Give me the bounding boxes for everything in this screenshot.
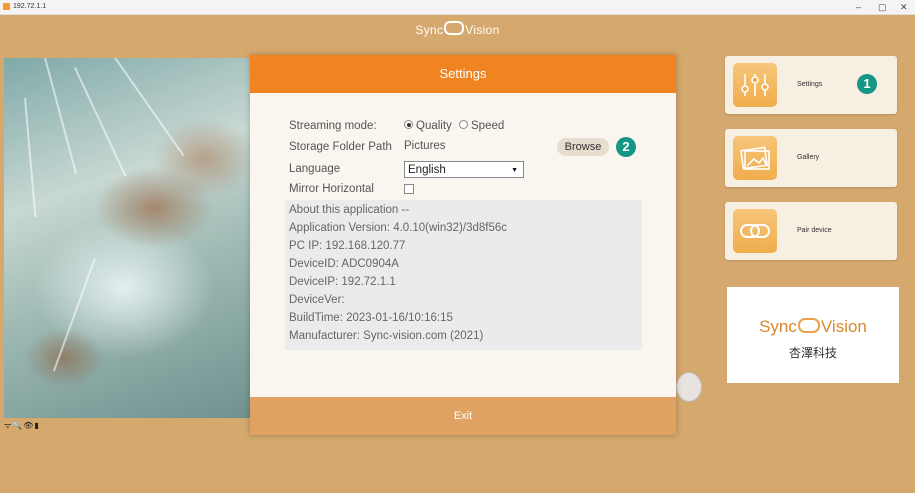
about-device-ip: DeviceIP: 192.72.1.1 <box>289 276 396 288</box>
dialog-title: Settings <box>250 55 676 93</box>
camera-feed <box>4 58 252 418</box>
storage-folder-label: Storage Folder Path <box>289 141 392 153</box>
language-select[interactable]: English ▼ <box>404 161 524 178</box>
streaming-quality-option[interactable]: Quality <box>404 120 452 132</box>
brand-chinese-name: 杏澤科技 <box>788 346 837 360</box>
radio-quality[interactable] <box>404 120 413 129</box>
brand-logo-left: Sync <box>759 317 797 336</box>
settings-dialog: Settings Streaming mode: Quality Speed S… <box>250 55 676 435</box>
storage-folder-value: Pictures <box>404 140 446 152</box>
settings-card-label: Settings <box>797 81 823 88</box>
window-title: 192.72.1.1 <box>13 3 47 10</box>
about-version: Application Version: 4.0.10(win32)/3d8f5… <box>289 222 508 234</box>
window-titlebar: 192.72.1.1 – ▢ ✕ <box>0 0 915 15</box>
exit-button[interactable]: Exit <box>250 397 676 435</box>
gallery-card[interactable]: Gallery <box>725 129 897 187</box>
status-icons: ᯤ🔍👁▮ <box>4 421 40 430</box>
pair-device-card-label: Pair device <box>797 227 832 234</box>
maximize-button[interactable]: ▢ <box>878 1 887 13</box>
brand-card: Sync Vision 杏澤科技 <box>727 287 899 383</box>
record-button[interactable] <box>676 372 702 402</box>
close-button[interactable]: ✕ <box>900 1 908 13</box>
about-build-time: BuildTime: 2023-01-16/10:16:15 <box>289 312 453 324</box>
brand-logo-right: Vision <box>820 317 867 336</box>
chevron-down-icon: ▼ <box>511 167 518 174</box>
mirror-horizontal-checkbox[interactable] <box>404 184 414 194</box>
link-icon <box>733 209 777 253</box>
sync-swirl-icon <box>444 21 465 35</box>
minimize-button[interactable]: – <box>856 1 861 13</box>
pair-device-card[interactable]: Pair device <box>725 202 897 260</box>
app-logo: Sync Vision <box>0 21 915 37</box>
language-label: Language <box>289 163 341 175</box>
gallery-card-label: Gallery <box>797 154 820 161</box>
brand-logo: Sync Vision <box>727 317 899 337</box>
streaming-speed-option[interactable]: Speed <box>459 120 504 132</box>
about-device-id: DeviceID: ADC0904A <box>289 258 399 270</box>
about-pc-ip: PC IP: 192.168.120.77 <box>289 240 406 252</box>
app-logo-left: Sync <box>415 23 444 37</box>
settings-card[interactable]: Settings 1 <box>725 56 897 114</box>
app-icon <box>3 3 10 10</box>
browse-button[interactable]: Browse <box>557 138 609 156</box>
callout-badge-1: 1 <box>857 74 877 94</box>
mirror-horizontal-label: Mirror Horizontal <box>289 183 374 195</box>
about-manufacturer: Manufacturer: Sync-vision.com (2021) <box>289 330 484 342</box>
gallery-icon <box>733 136 777 180</box>
about-device-ver: DeviceVer: <box>289 294 345 306</box>
speed-label: Speed <box>471 120 505 132</box>
sliders-icon <box>733 63 777 107</box>
radio-speed[interactable] <box>459 120 468 129</box>
language-value: English <box>408 164 446 176</box>
streaming-mode-label: Streaming mode: <box>289 120 377 132</box>
app-logo-right: Vision <box>465 23 500 37</box>
quality-label: Quality <box>416 120 452 132</box>
callout-badge-2: 2 <box>616 137 636 157</box>
about-heading: About this application -- <box>289 204 410 216</box>
about-panel: About this application -- Application Ve… <box>285 200 642 350</box>
brand-swirl-icon <box>797 318 820 333</box>
